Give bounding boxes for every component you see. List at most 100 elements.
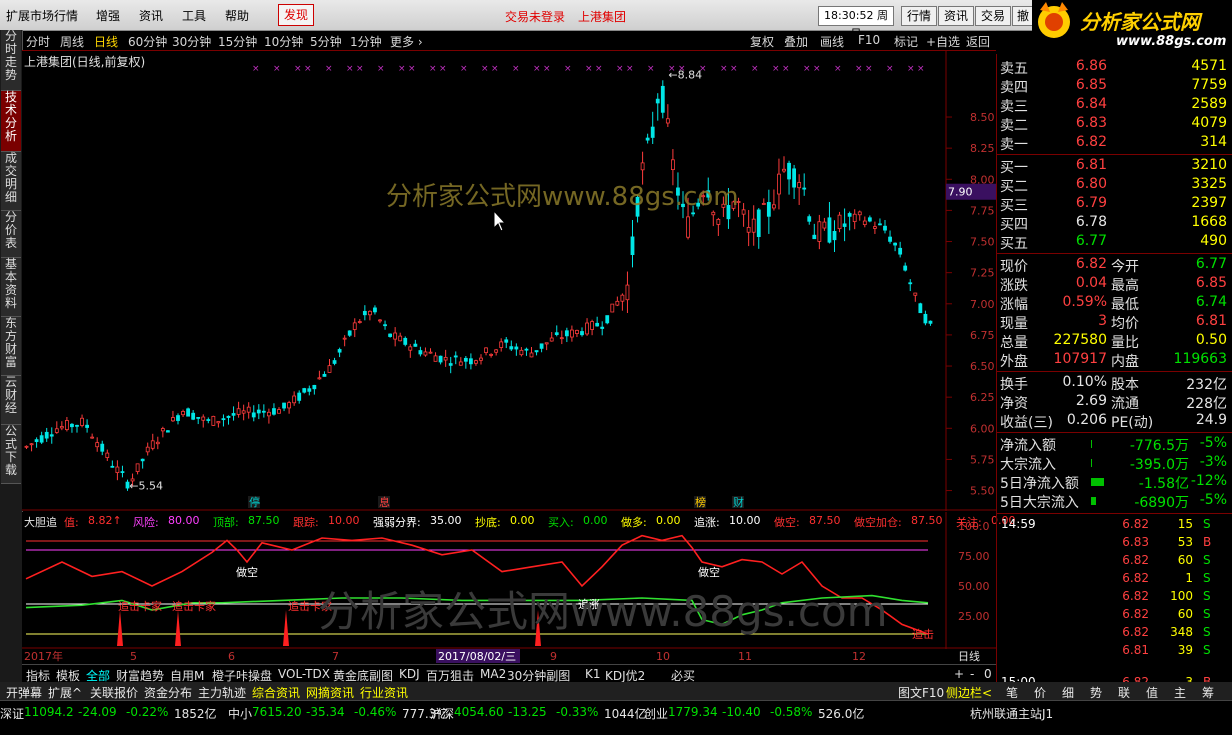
discover-button[interactable]: 发现 xyxy=(278,4,314,26)
bid-price[interactable]: 6.80 xyxy=(1057,176,1107,192)
indicator-tab[interactable]: MA2 xyxy=(480,667,506,681)
f10-button[interactable]: F10 xyxy=(858,33,880,47)
add-watchlist-button[interactable]: +自选 xyxy=(926,33,960,50)
kline-chart[interactable]: 8.508.258.007.757.507.257.006.756.506.25… xyxy=(22,51,996,511)
period-weekly[interactable]: 周线 xyxy=(60,33,84,50)
menu-item-help[interactable]: 帮助 xyxy=(225,7,249,24)
price-label: 6.25 xyxy=(970,391,995,404)
mark-button[interactable]: 标记 xyxy=(894,33,918,50)
tab-profile[interactable]: 基本资料 xyxy=(1,258,21,317)
quick-view-icon[interactable]: 细 xyxy=(1062,684,1074,701)
bottom-toolbar-item[interactable]: 扩展^ xyxy=(48,684,82,701)
tab-technical[interactable]: 技术分析 xyxy=(1,91,21,152)
bottom-toolbar-item[interactable]: 开弹幕 xyxy=(6,684,42,701)
quick-view-icon[interactable]: 联 xyxy=(1118,684,1130,701)
period-15min[interactable]: 15分钟 xyxy=(218,33,257,50)
cancel-order-button[interactable]: 撤 xyxy=(1012,6,1034,26)
indicator-legend-label: 顶部: xyxy=(213,516,239,529)
bottom-toolbar-item[interactable]: 关联报价 xyxy=(90,684,138,701)
bottom-toolbar-item[interactable]: 资金分布 xyxy=(144,684,192,701)
tab-formula-download[interactable]: 公式下载 xyxy=(1,425,21,484)
bottom-toolbar: 开弹幕 扩展^ 关联报价 资金分布 主力轨迹 综合资讯 网摘资讯 行业资讯 图文F10 侧边栏< 笔… xyxy=(0,682,1232,700)
menu-item-tools[interactable]: 工具 xyxy=(182,7,206,24)
tab-cloud-finance[interactable]: 云财经 xyxy=(1,376,21,425)
draw-button[interactable]: 画线 xyxy=(820,33,844,50)
bid-price[interactable]: 6.77 xyxy=(1057,233,1107,249)
menu-item-extended-market[interactable]: 扩展市场行情 xyxy=(6,7,78,24)
signal-mark-icon: × xyxy=(377,64,385,74)
reset-button[interactable]: 0 xyxy=(984,667,992,681)
period-intraday[interactable]: 分时 xyxy=(26,33,50,50)
ask-price[interactable]: 6.82 xyxy=(1057,134,1107,150)
trade-login-notice[interactable]: 交易未登录 xyxy=(505,8,565,25)
trade-button[interactable]: 交易 xyxy=(975,6,1011,26)
period-5min[interactable]: 5分钟 xyxy=(310,33,342,50)
tab-trade-details[interactable]: 成交明细 xyxy=(1,152,21,211)
stat-label: 量比 xyxy=(1111,335,1139,351)
menu-item-enhance[interactable]: 增强 xyxy=(96,7,120,24)
index-value: 4054.60 xyxy=(454,705,504,719)
period-30min[interactable]: 30分钟 xyxy=(172,33,211,50)
candle-body xyxy=(75,424,79,427)
adjust-button[interactable]: 复权 xyxy=(750,33,774,50)
bottom-toolbar-item[interactable]: 网摘资讯 xyxy=(306,684,354,701)
ask-price[interactable]: 6.86 xyxy=(1057,58,1107,74)
bid-price[interactable]: 6.81 xyxy=(1057,157,1107,173)
menu-item-news[interactable]: 资讯 xyxy=(139,7,163,24)
bottom-toolbar-item[interactable]: 主力轨迹 xyxy=(198,684,246,701)
back-button[interactable]: 返回 xyxy=(966,33,990,50)
quotes-button[interactable]: 行情 xyxy=(901,6,937,26)
ask-price[interactable]: 6.85 xyxy=(1057,77,1107,93)
stat-value: 6.82 xyxy=(1075,256,1107,272)
indicator-legend-value: 87.50 xyxy=(809,514,841,527)
bottom-toolbar-item[interactable]: 综合资讯 xyxy=(252,684,300,701)
ask-price[interactable]: 6.84 xyxy=(1057,96,1107,112)
candle-body xyxy=(867,217,872,222)
signal-mark-icon: × xyxy=(813,64,821,74)
server-name[interactable]: 杭州联通主站J1 xyxy=(970,705,1053,722)
tab-eastmoney[interactable]: 东方财富 xyxy=(1,317,21,376)
ask-price[interactable]: 6.83 xyxy=(1057,115,1107,131)
stat-value: 119663 xyxy=(1173,351,1227,367)
f10-text-button[interactable]: 图文F10 xyxy=(898,684,944,701)
period-1min[interactable]: 1分钟 xyxy=(350,33,382,50)
candle-body xyxy=(150,440,155,449)
period-daily[interactable]: 日线 xyxy=(94,33,118,50)
ask-row: 卖一 6.82 314 xyxy=(997,134,1229,153)
indicator-tab[interactable]: K1 xyxy=(585,667,601,681)
fund-label: 股本 xyxy=(1111,377,1139,393)
zoom-in-button[interactable]: + xyxy=(954,667,964,681)
quote-panel: 卖五 6.86 4571 卖四 6.85 7759 卖三 6.84 2589 卖二 6.83 4079… xyxy=(996,54,1232,689)
bottom-toolbar-item[interactable]: 行业资讯 xyxy=(360,684,408,701)
tab-price-table[interactable]: 分价表 xyxy=(1,211,21,258)
quick-view-icon[interactable]: 筹 xyxy=(1202,684,1214,701)
event-mark[interactable]: 息 xyxy=(379,495,390,509)
quick-view-icon[interactable]: 笔 xyxy=(1006,684,1018,701)
tab-intraday[interactable]: 分时走势 xyxy=(1,30,21,91)
sidebar-toggle-button[interactable]: 侧边栏< xyxy=(946,684,992,701)
quick-view-icon[interactable]: 主 xyxy=(1174,684,1186,701)
index-percent: -0.33% xyxy=(556,705,599,719)
candle-body xyxy=(645,137,650,141)
news-button[interactable]: 资讯 xyxy=(938,6,974,26)
bid-price[interactable]: 6.78 xyxy=(1057,214,1107,230)
stat-row: 涨跌 0.04 最高 6.85 xyxy=(997,275,1229,294)
indicator-tab[interactable]: VOL-TDX xyxy=(278,667,330,681)
event-mark[interactable]: 财 xyxy=(733,495,744,509)
period-more[interactable]: 更多 › xyxy=(390,33,423,50)
flow-bar xyxy=(1091,478,1104,486)
quick-view-icon[interactable]: 势 xyxy=(1090,684,1102,701)
period-60min[interactable]: 60分钟 xyxy=(128,33,167,50)
bid-price[interactable]: 6.79 xyxy=(1057,195,1107,211)
tick-volume: 39 xyxy=(1177,643,1193,657)
quick-view-icon[interactable]: 价 xyxy=(1034,684,1046,701)
indicator-tab[interactable]: KDJ xyxy=(399,667,420,681)
index-change: -10.40 xyxy=(722,705,761,719)
period-10min[interactable]: 10分钟 xyxy=(264,33,303,50)
quick-view-icon[interactable]: 值 xyxy=(1146,684,1158,701)
zoom-out-button[interactable]: - xyxy=(970,667,974,681)
event-mark[interactable]: 榜 xyxy=(695,495,706,509)
event-mark[interactable]: 停 xyxy=(249,495,260,509)
overlay-button[interactable]: 叠加 xyxy=(784,33,808,50)
candle-body xyxy=(559,337,564,340)
